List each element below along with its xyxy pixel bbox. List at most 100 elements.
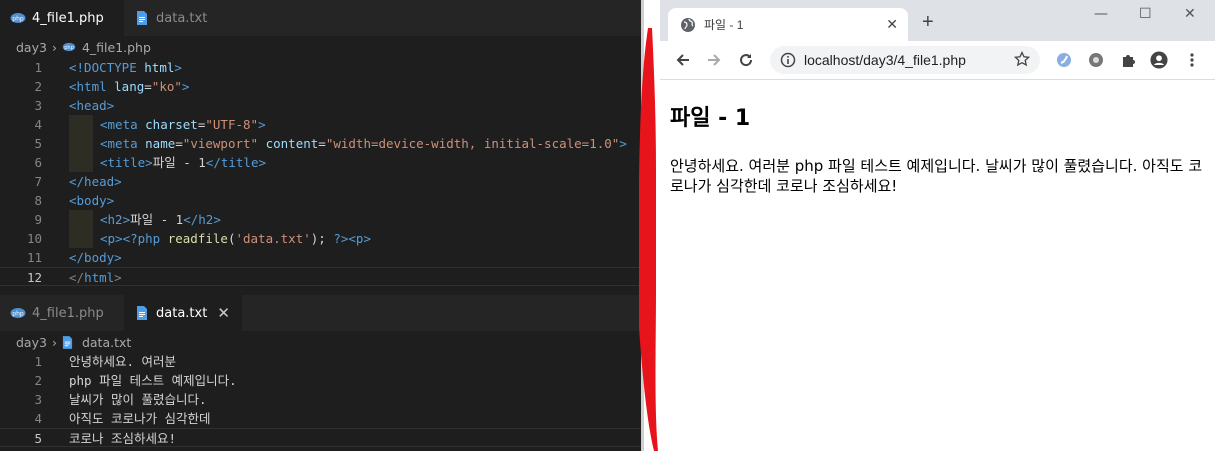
breadcrumb-file[interactable]: 4_file1.php xyxy=(82,40,151,55)
browser-tab-strip: 파일 - 1 ✕ + — ☐ ✕ xyxy=(660,0,1215,41)
browser-tab[interactable]: 파일 - 1 ✕ xyxy=(668,8,908,41)
code-line[interactable]: 12 </html> xyxy=(0,267,641,286)
code-line[interactable]: 5 <meta name="viewport" content="width=de… xyxy=(0,134,641,153)
browser-toolbar: localhost/day3/4_file1.php xyxy=(660,41,1215,80)
line-number: 4 xyxy=(34,411,42,426)
info-icon xyxy=(780,52,796,68)
code-token: lang xyxy=(114,79,145,94)
code-line[interactable]: 8 <body> xyxy=(0,191,641,210)
code-token: </head> xyxy=(69,174,122,189)
code-editor: php 4_file1.php data.txt day3 › php 4_fi… xyxy=(0,0,641,451)
chevron-right-icon: › xyxy=(51,39,57,55)
settings-extension-icon[interactable] xyxy=(1087,51,1105,69)
code-text: <meta charset="UTF-8"> xyxy=(69,115,266,134)
code-token: html xyxy=(84,270,115,285)
tab-4-file1-php[interactable]: php 4_file1.php xyxy=(0,0,124,36)
address-bar[interactable]: localhost/day3/4_file1.php xyxy=(770,46,1040,74)
code-text: <title>파일 - 1</title> xyxy=(69,153,266,172)
svg-text:php: php xyxy=(12,15,24,22)
code-token: 파일 - 1 xyxy=(130,212,184,227)
text-content: php 파일 테스트 예제입니다. xyxy=(69,373,237,388)
text-code-area[interactable]: 1 안녕하세요. 여러분 2 php 파일 테스트 예제입니다. 3 날씨가 많이 풀렸습… xyxy=(0,352,641,447)
text-line[interactable]: 2 php 파일 테스트 예제입니다. xyxy=(0,371,641,390)
code-token: = xyxy=(175,136,183,151)
code-token: <body> xyxy=(69,193,115,208)
code-token: <head> xyxy=(69,98,115,113)
back-arrow-icon[interactable] xyxy=(674,51,692,69)
code-text: <html lang="ko"> xyxy=(69,77,189,96)
line-number: 6 xyxy=(34,155,42,170)
code-token: <!DOCTYPE xyxy=(69,60,145,75)
browser-window: 파일 - 1 ✕ + — ☐ ✕ localhost/day3/4_file1.… xyxy=(660,0,1215,451)
code-token: = xyxy=(144,79,152,94)
breadcrumb-folder[interactable]: day3 xyxy=(16,335,47,350)
code-token: "width=device-width, initial-scale=1.0" xyxy=(325,136,620,151)
new-tab-button[interactable]: + xyxy=(922,12,934,32)
code-line[interactable]: 11 </body> xyxy=(0,248,641,267)
code-token: = xyxy=(318,136,326,151)
line-number: 5 xyxy=(34,136,42,151)
code-token: "viewport" xyxy=(182,136,259,151)
tab-data-txt[interactable]: data.txt ✕ xyxy=(124,295,242,331)
text-line[interactable]: 4 아직도 코로나가 심각한데 xyxy=(0,409,641,428)
text-file-icon xyxy=(134,305,150,321)
more-menu-icon[interactable] xyxy=(1183,51,1201,69)
close-icon[interactable]: ✕ xyxy=(886,16,898,33)
code-text: <body> xyxy=(69,191,114,210)
code-line[interactable]: 10 <p><?php readfile('data.txt'); ?><p> xyxy=(0,229,641,248)
text-line[interactable]: 3 날씨가 많이 풀렸습니다. xyxy=(0,390,641,409)
code-token: <meta xyxy=(100,136,146,151)
profile-icon[interactable] xyxy=(1150,51,1168,69)
code-token: <html xyxy=(69,79,115,94)
window-close-icon[interactable]: ✕ xyxy=(1184,6,1196,22)
tab-label: 4_file1.php xyxy=(32,10,104,26)
code-token: readfile xyxy=(167,231,228,246)
tab-label: 4_file1.php xyxy=(32,305,104,321)
code-line[interactable]: 7 </head> xyxy=(0,172,641,191)
minimize-icon[interactable]: — xyxy=(1094,6,1108,22)
tab-4-file1-php[interactable]: php 4_file1.php xyxy=(0,295,124,331)
text-line[interactable]: 5 코로나 조심하세요! xyxy=(0,428,641,447)
top-editor-tabbar: php 4_file1.php data.txt xyxy=(0,0,641,36)
code-line[interactable]: 2 <html lang="ko"> xyxy=(0,77,641,96)
code-line[interactable]: 9 <h2>파일 - 1</h2> xyxy=(0,210,641,229)
breadcrumb-folder[interactable]: day3 xyxy=(16,40,47,55)
text-content: 코로나 조심하세요! xyxy=(69,431,177,446)
line-number: 3 xyxy=(34,392,42,407)
maximize-icon[interactable]: ☐ xyxy=(1139,6,1152,22)
line-number: 10 xyxy=(26,231,42,246)
code-line[interactable]: 4 <meta charset="UTF-8"> xyxy=(0,115,641,134)
code-line[interactable]: 3 <head> xyxy=(0,96,641,115)
code-text: <!DOCTYPE html> xyxy=(69,58,182,77)
bookmark-star-icon[interactable] xyxy=(1013,50,1031,70)
globe-icon xyxy=(680,17,696,33)
code-token: > xyxy=(619,136,627,151)
code-line[interactable]: 1 <!DOCTYPE html> xyxy=(0,58,641,77)
indent-guide xyxy=(69,134,93,153)
code-line[interactable]: 6 <title>파일 - 1</title> xyxy=(0,153,641,172)
red-annotation-mark xyxy=(639,28,658,451)
code-text: <h2>파일 - 1</h2> xyxy=(69,210,221,229)
extension-icon[interactable] xyxy=(1055,51,1073,69)
code-text: <head> xyxy=(69,96,114,115)
code-token: <h2> xyxy=(100,212,131,227)
line-number: 2 xyxy=(34,79,42,94)
text-line[interactable]: 1 안녕하세요. 여러분 xyxy=(0,352,641,371)
puzzle-icon[interactable] xyxy=(1119,51,1137,69)
breadcrumb: day3 › php 4_file1.php xyxy=(16,36,151,58)
close-icon[interactable]: ✕ xyxy=(217,304,230,322)
code-text: </body> xyxy=(69,248,122,267)
breadcrumb-file[interactable]: data.txt xyxy=(82,335,131,350)
php-code-area[interactable]: 1 <!DOCTYPE html> 2 <html lang="ko"> 3 <head>… xyxy=(0,58,641,286)
tab-label: data.txt xyxy=(156,10,208,26)
reload-icon[interactable] xyxy=(737,51,755,69)
code-token: <meta xyxy=(100,117,146,132)
line-number: 3 xyxy=(34,98,42,113)
text-file-icon xyxy=(62,335,76,349)
forward-arrow-icon[interactable] xyxy=(705,51,723,69)
code-token: </h2> xyxy=(183,212,221,227)
text-file-icon xyxy=(134,10,150,26)
browser-tab-title: 파일 - 1 xyxy=(704,18,744,32)
tab-data-txt[interactable]: data.txt xyxy=(124,0,242,36)
